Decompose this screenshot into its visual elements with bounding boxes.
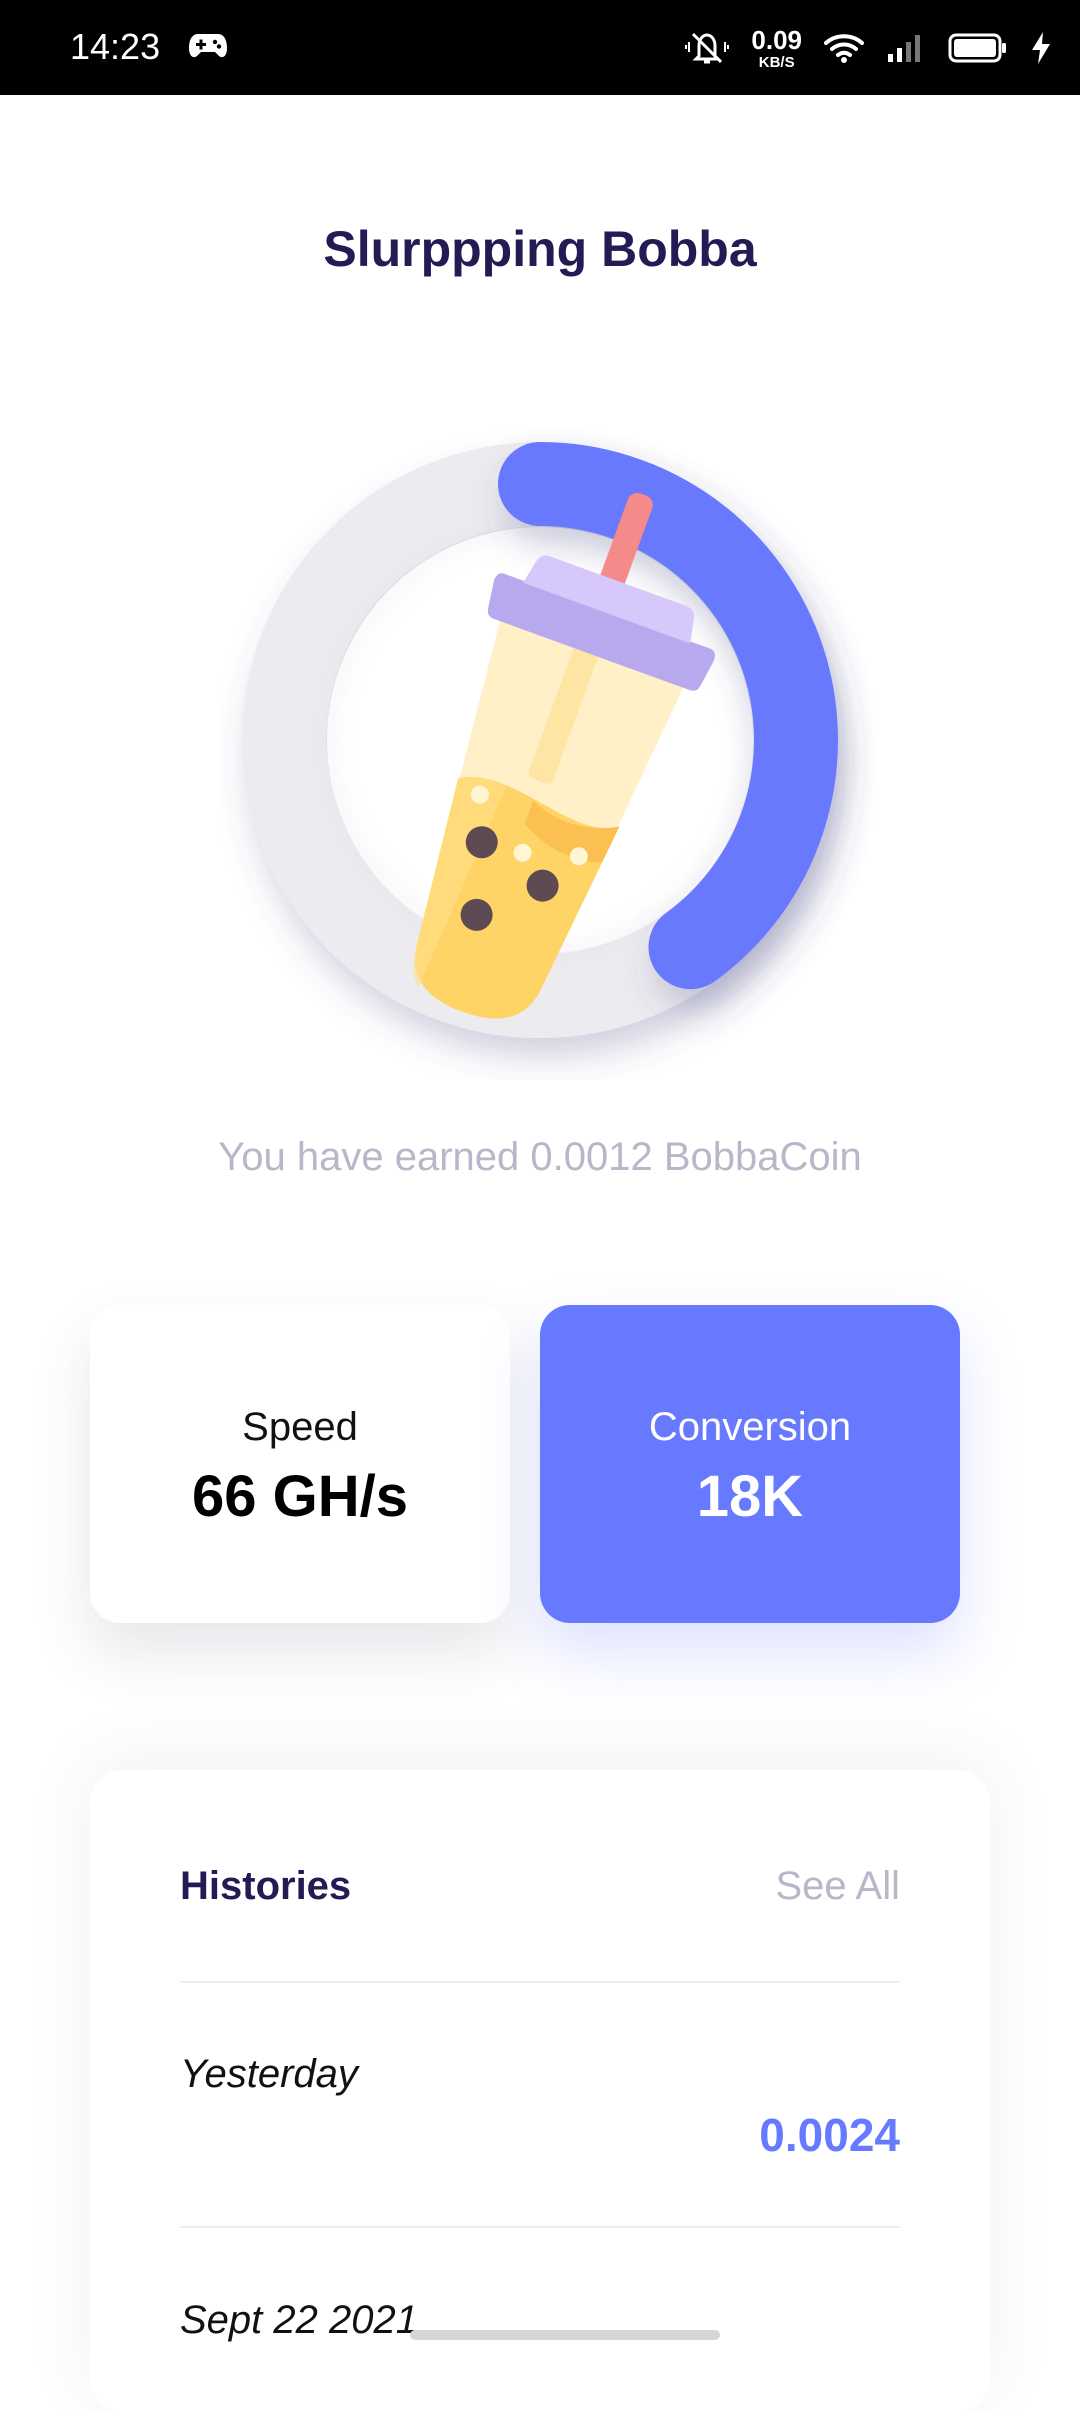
signal-icon [888,35,920,62]
earning-progress-gauge [242,442,838,1038]
speed-card: Speed 66 GH/s [90,1305,510,1623]
speed-label: Speed [242,1405,358,1449]
divider [180,2226,900,2228]
conversion-label: Conversion [648,1405,852,1449]
conversion-card[interactable]: Conversion 18K [540,1305,960,1623]
status-icons: 0.09 KB/S [685,22,1052,74]
battery-icon [948,33,1006,63]
mute-icon [685,32,730,64]
wifi-icon [824,34,864,63]
status-time: 14:23 [70,26,161,67]
gamepad-icon [189,34,227,58]
status-bar: 14:23 0.09 KB/S [0,0,1080,95]
histories-card: Histories See All Yesterday 0.0024 Sept … [90,1770,990,2410]
speed-value: 66 GH/s [192,1464,408,1529]
charging-icon [1032,32,1050,64]
home-indicator[interactable] [410,2330,720,2340]
divider [180,1981,900,1983]
histories-title: Histories [180,1864,352,1908]
net-speed: 0.09 KB/S [751,27,802,70]
see-all-link[interactable]: See All [775,1864,900,1909]
conversion-value: 18K [696,1464,804,1529]
net-speed-value: 0.09 [751,24,802,55]
history-item-amount: 0.0024 [759,2109,900,2161]
history-item-date: Yesterday [180,2052,358,2096]
net-speed-unit: KB/S [758,53,795,71]
page-title: Slurppping Bobba [323,221,757,277]
earned-text: You have earned 0.0012 BobbaCoin [218,1135,862,1179]
history-item-date: Sept 22 2021 [180,2298,418,2342]
